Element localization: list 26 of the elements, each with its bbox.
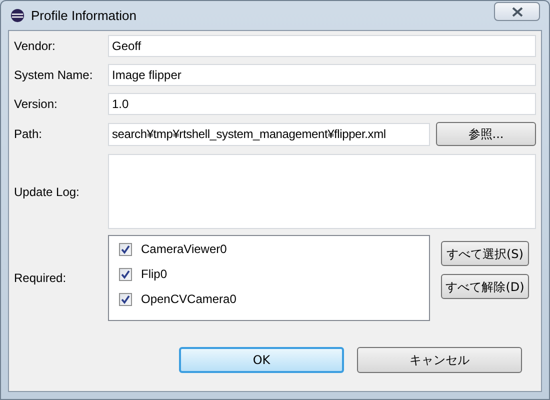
field-label: System Name: xyxy=(14,67,94,84)
ok-button[interactable]: OK xyxy=(179,347,344,373)
text-field[interactable]: Image flipper xyxy=(108,64,536,86)
list-action-button[interactable]: すべて選択(S) xyxy=(441,241,529,266)
field-label: Vendor: xyxy=(14,38,56,55)
checkbox[interactable] xyxy=(119,292,132,306)
item-label: CameraViewer0 xyxy=(141,241,227,258)
field-label: Required: xyxy=(14,270,68,287)
close-icon xyxy=(512,6,522,16)
text-field[interactable]: Geoff xyxy=(108,35,536,57)
window-title: Profile Information xyxy=(31,6,136,25)
item-label: Flip0 xyxy=(141,266,168,283)
browse-button[interactable]: 参照... xyxy=(436,122,536,146)
item-label: OpenCVCamera0 xyxy=(141,291,236,308)
list-action-button[interactable]: すべて解除(D) xyxy=(441,274,529,299)
app-icon xyxy=(10,8,25,23)
checkbox[interactable] xyxy=(119,242,132,256)
text-field[interactable]: 1.0 xyxy=(108,93,536,115)
close-button[interactable] xyxy=(494,2,540,21)
cancel-button[interactable]: キャンセル xyxy=(357,347,522,373)
field-label: Update Log: xyxy=(14,184,80,200)
field-label: Path: xyxy=(14,126,44,143)
update-log-field[interactable] xyxy=(108,154,536,229)
path-field[interactable]: search¥tmp¥rtshell_system_management¥flipper.xml xyxy=(108,122,430,146)
checkbox[interactable] xyxy=(119,268,132,280)
field-label: Version: xyxy=(14,96,58,113)
